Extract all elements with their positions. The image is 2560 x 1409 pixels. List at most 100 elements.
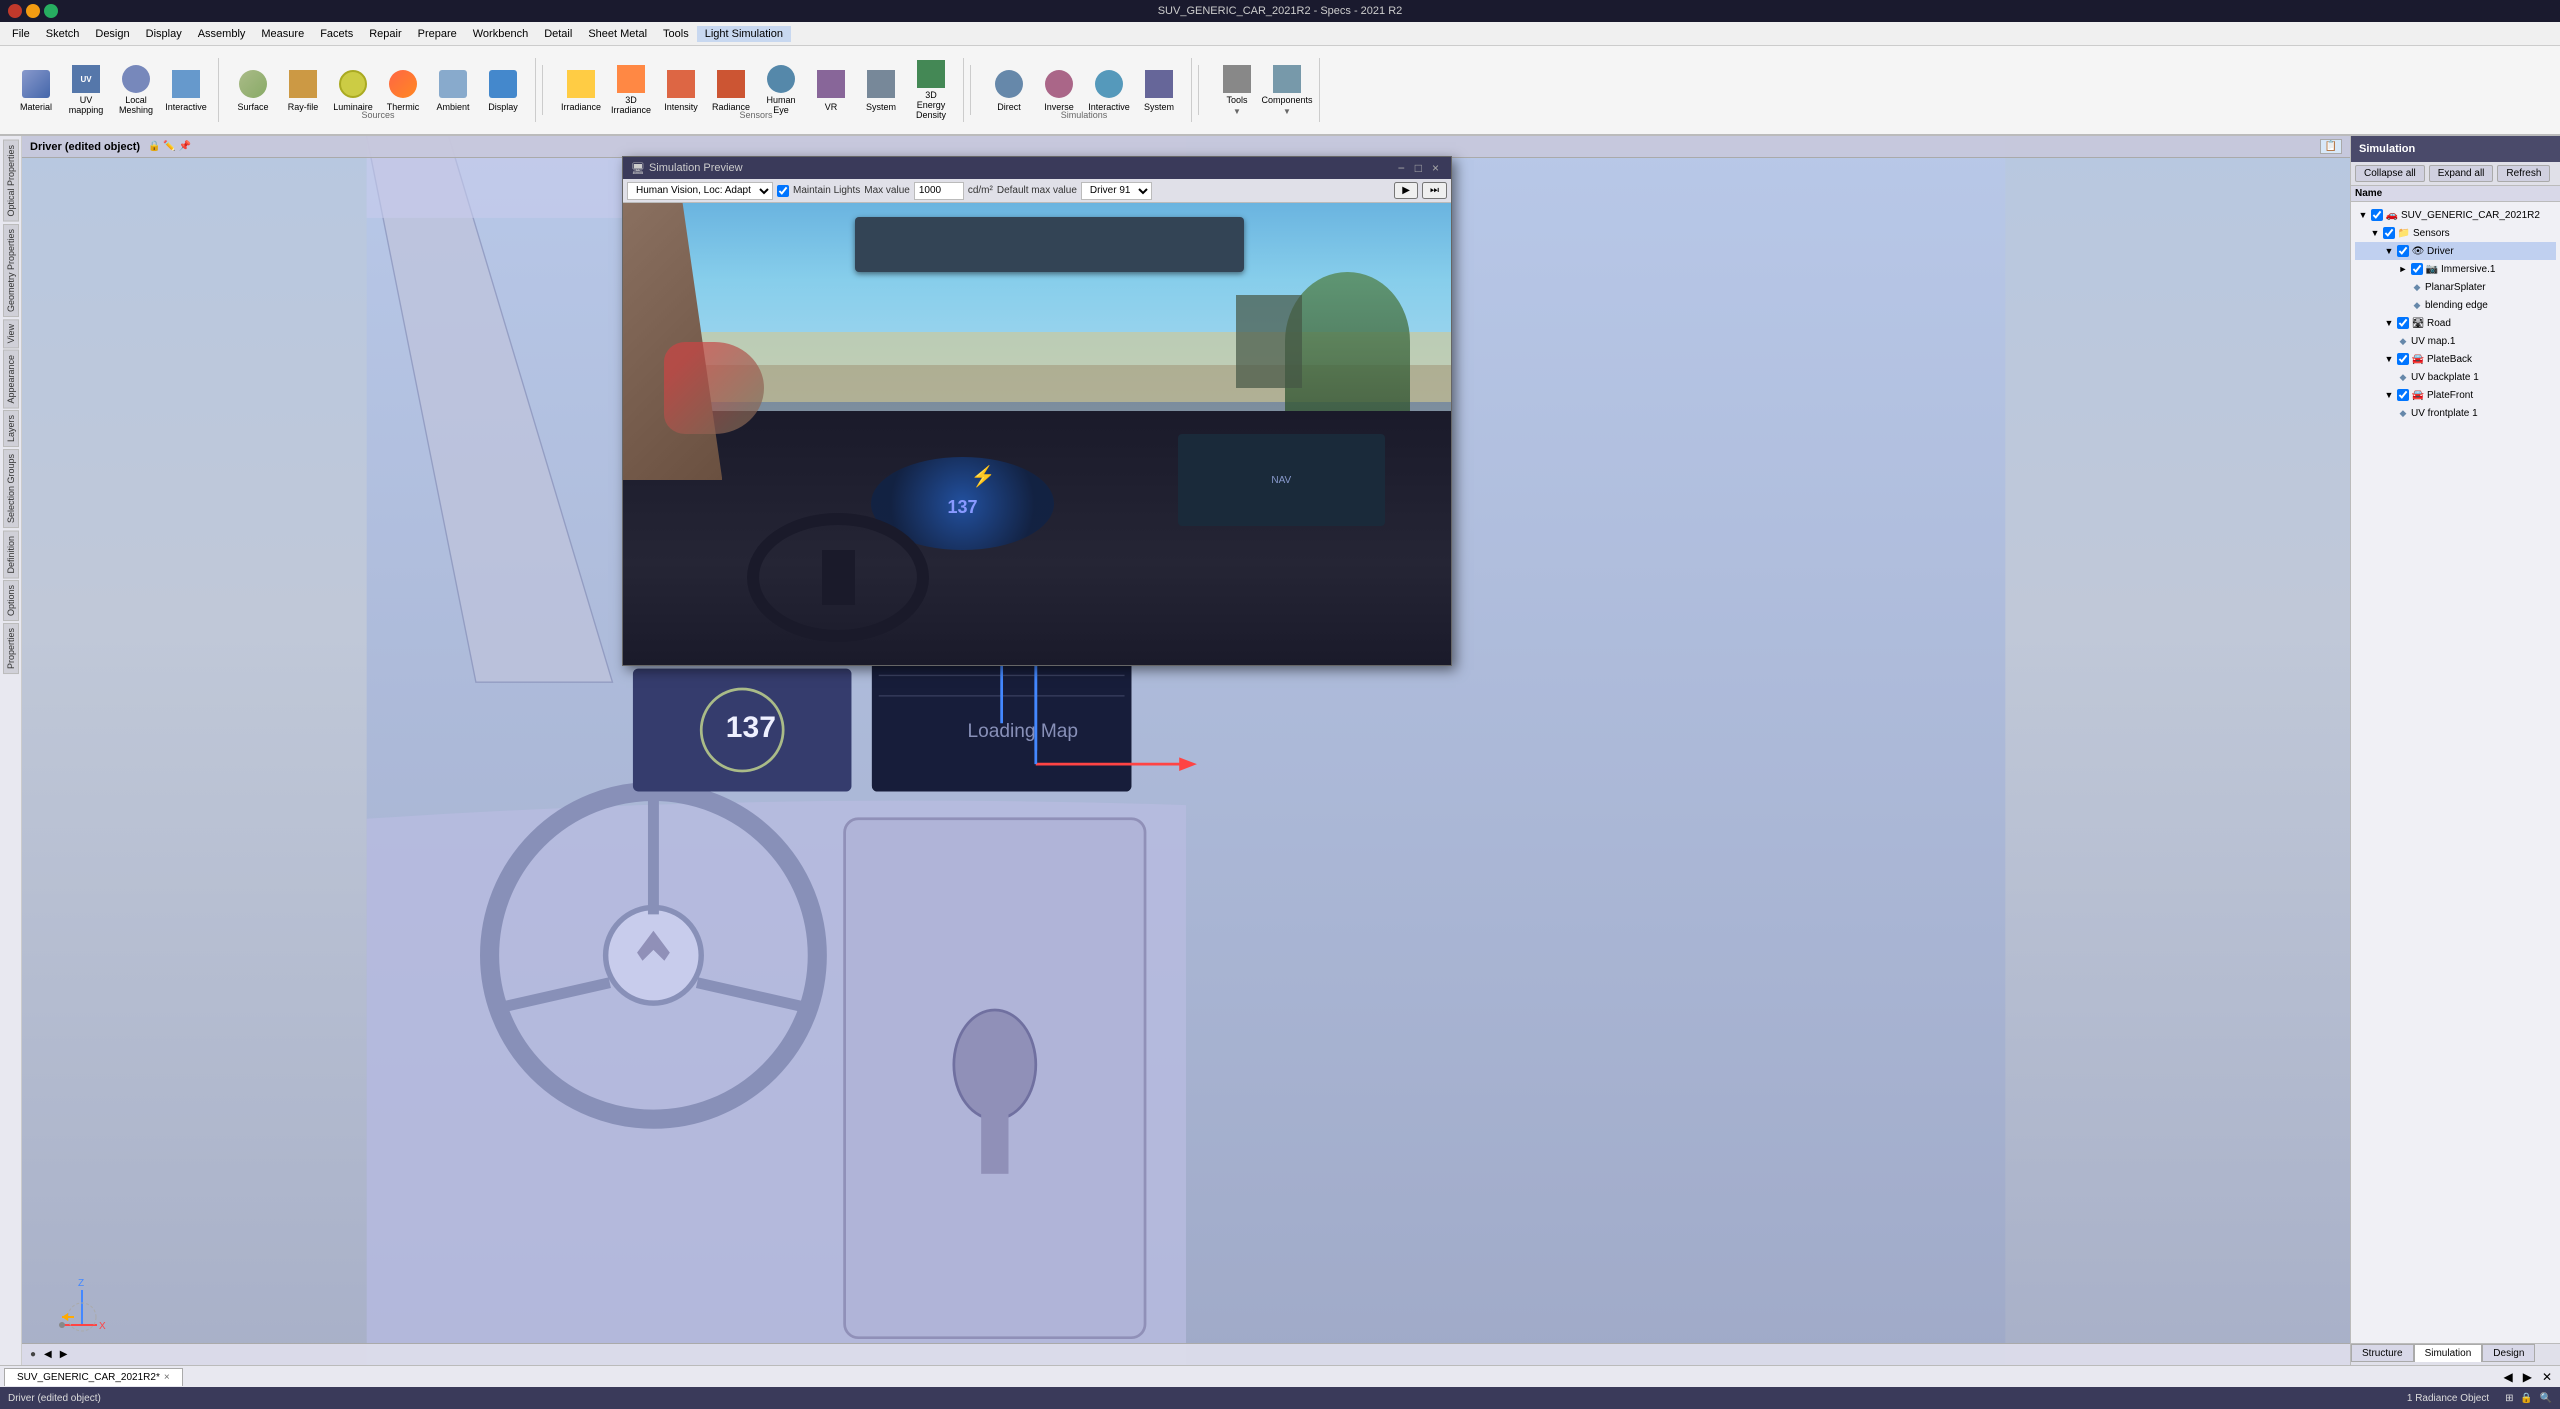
tab-geometry-props[interactable]: Geometry Properties [3, 224, 19, 317]
tree-item-planar-splater[interactable]: ◆ PlanarSplater [2355, 278, 2556, 296]
menu-file[interactable]: File [4, 26, 38, 42]
system-sensor-button[interactable]: System [857, 64, 905, 116]
human-eye-button[interactable]: Human Eye [757, 64, 805, 116]
refresh-btn[interactable]: Refresh [2497, 165, 2550, 182]
svg-text:137: 137 [726, 711, 776, 744]
menu-sheet-metal[interactable]: Sheet Metal [580, 26, 655, 42]
tab-nav-prev[interactable]: ◀ [2499, 1370, 2516, 1384]
default-max-select[interactable]: Driver 91 [1081, 182, 1152, 200]
menu-tools[interactable]: Tools [655, 26, 697, 42]
tab-selection-groups[interactable]: Selection Groups [3, 449, 19, 528]
tools-button[interactable]: Tools ▼ [1213, 64, 1261, 116]
menu-prepare[interactable]: Prepare [410, 26, 465, 42]
maintain-lights-checkbox[interactable] [777, 185, 789, 197]
expand-all-btn[interactable]: Expand all [2429, 165, 2494, 182]
tree-item-driver[interactable]: ▼ 👁 Driver [2355, 242, 2556, 260]
sim-canvas: 137 NAV ⚡ [623, 203, 1451, 665]
sim-preview-minimize[interactable]: − [1394, 161, 1409, 175]
tree-item-platefront[interactable]: ▼ 🚘 PlateFront [2355, 386, 2556, 404]
menu-assembly[interactable]: Assembly [190, 26, 254, 42]
intensity-button[interactable]: Intensity [657, 64, 705, 116]
menu-light-simulation[interactable]: Light Simulation [697, 26, 791, 42]
components-button[interactable]: Components ▼ [1263, 64, 1311, 116]
tree-item-uv-backplate[interactable]: ◆ UV backplate 1 [2355, 368, 2556, 386]
tab-definition[interactable]: Definition [3, 531, 19, 579]
nav-next-btn[interactable]: ▶ [60, 1349, 68, 1360]
sim-preview-restore[interactable]: □ [1411, 161, 1426, 175]
tree-item-plateback[interactable]: ▼ 🚘 PlateBack [2355, 350, 2556, 368]
display-source-button[interactable]: Display [479, 64, 527, 116]
interactive-sim-button[interactable]: Interactive [1085, 64, 1133, 116]
tab-properties[interactable]: Properties [3, 623, 19, 674]
3d-irradiance-button[interactable]: 3D Irradiance [607, 64, 655, 116]
checkbox-road[interactable] [2397, 317, 2409, 329]
tree-item-uv-map[interactable]: ◆ UV map.1 [2355, 332, 2556, 350]
3d-energy-button[interactable]: 3D Energy Density [907, 64, 955, 116]
menu-workbench[interactable]: Workbench [465, 26, 536, 42]
local-meshing-button[interactable]: Local Meshing [112, 64, 160, 116]
sim-play-btn[interactable]: ▶ [1394, 182, 1418, 199]
simulation-tab[interactable]: Simulation [2414, 1344, 2483, 1362]
checkbox-suv[interactable] [2371, 209, 2383, 221]
tab-options[interactable]: Options [3, 580, 19, 621]
menu-detail[interactable]: Detail [536, 26, 580, 42]
sim-preview-title: Simulation Preview [649, 162, 743, 174]
tree-item-suv[interactable]: ▼ 🚗 SUV_GENERIC_CAR_2021R2 [2355, 206, 2556, 224]
max-value-input[interactable] [914, 182, 964, 200]
menu-design[interactable]: Design [87, 26, 137, 42]
luminaire-button[interactable]: Luminaire [329, 64, 377, 116]
nav-prev-btn[interactable]: ◀ [44, 1349, 52, 1360]
structure-tab[interactable]: Structure [2351, 1344, 2414, 1362]
tree-item-sensors[interactable]: ▼ 📁 Sensors [2355, 224, 2556, 242]
min-btn[interactable] [26, 4, 40, 18]
checkbox-immersive[interactable] [2411, 263, 2423, 275]
direct-button[interactable]: Direct [985, 64, 1033, 116]
tree-item-uv-frontplate[interactable]: ◆ UV frontplate 1 [2355, 404, 2556, 422]
file-tab-close[interactable]: × [164, 1372, 170, 1383]
local-mesh-label: Local Meshing [115, 95, 157, 115]
unit-label: cd/m² [968, 185, 993, 196]
interactive-op-button[interactable]: Interactive [162, 64, 210, 116]
menu-repair[interactable]: Repair [361, 26, 409, 42]
view-mode-select[interactable]: Human Vision, Loc: Adapt [627, 182, 773, 200]
radiance-button[interactable]: Radiance [707, 64, 755, 116]
surface-button[interactable]: Surface [229, 64, 277, 116]
tree-item-immersive[interactable]: ► 📷 Immersive.1 [2355, 260, 2556, 278]
file-tab-suv[interactable]: SUV_GENERIC_CAR_2021R2* × [4, 1368, 183, 1386]
system-sim-button[interactable]: System [1135, 64, 1183, 116]
tree-item-blending-edge[interactable]: ◆ blending edge [2355, 296, 2556, 314]
tab-optical-props[interactable]: Optical Properties [3, 140, 19, 222]
menu-sketch[interactable]: Sketch [38, 26, 88, 42]
material-button[interactable]: Material [12, 64, 60, 116]
tab-view[interactable]: View [3, 319, 19, 348]
viewport-3d[interactable]: Driver (edited object) 🔒 ✏️ 📌 📋 [22, 136, 2350, 1365]
blending-edge-label: blending edge [2425, 300, 2488, 311]
thermic-button[interactable]: Thermic [379, 64, 427, 116]
close-btn[interactable] [8, 4, 22, 18]
checkbox-plateback[interactable] [2397, 353, 2409, 365]
sim-step-btn[interactable]: ⏭ [1422, 182, 1447, 199]
tab-appearance[interactable]: Appearance [3, 350, 19, 409]
checkbox-sensors[interactable] [2383, 227, 2395, 239]
sim-preview-close[interactable]: × [1428, 161, 1443, 175]
layers-btn[interactable]: 📋 [2320, 139, 2342, 154]
menu-measure[interactable]: Measure [253, 26, 312, 42]
irradiance-button[interactable]: Irradiance [557, 64, 605, 116]
collapse-all-btn[interactable]: Collapse all [2355, 165, 2425, 182]
uv-mapping-button[interactable]: UV UV mapping [62, 64, 110, 116]
tab-layers[interactable]: Layers [3, 410, 19, 447]
design-tab[interactable]: Design [2482, 1344, 2535, 1362]
checkbox-platefront[interactable] [2397, 389, 2409, 401]
tab-nav-next[interactable]: ▶ [2519, 1370, 2536, 1384]
tree-item-road[interactable]: ▼ 🛣 Road [2355, 314, 2556, 332]
menu-facets[interactable]: Facets [312, 26, 361, 42]
sim-preview-toolbar: Human Vision, Loc: Adapt Maintain Lights… [623, 179, 1451, 203]
checkbox-driver[interactable] [2397, 245, 2409, 257]
tab-close-all[interactable]: ✕ [2538, 1370, 2556, 1384]
inverse-button[interactable]: Inverse [1035, 64, 1083, 116]
restore-btn[interactable] [44, 4, 58, 18]
ray-file-button[interactable]: Ray-file [279, 64, 327, 116]
vr-button[interactable]: VR [807, 64, 855, 116]
ambient-button[interactable]: Ambient [429, 64, 477, 116]
menu-display[interactable]: Display [138, 26, 190, 42]
